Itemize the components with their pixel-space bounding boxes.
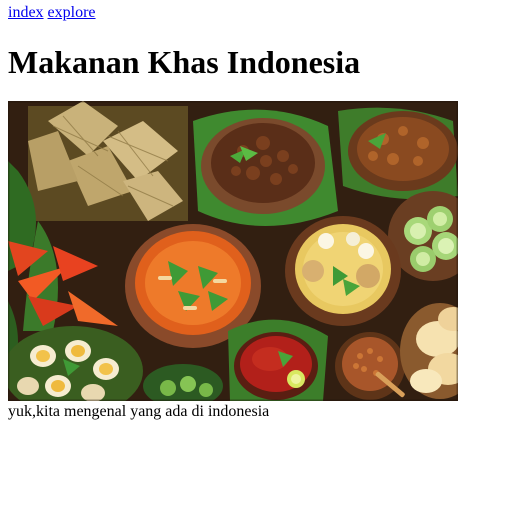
indonesian-food-photo xyxy=(8,101,458,401)
top-nav: index explore xyxy=(8,4,522,22)
nav-link-explore[interactable]: explore xyxy=(48,4,96,21)
page-content: index explore Makanan Khas Indonesia yuk… xyxy=(8,4,522,421)
page-caption: yuk,kita mengenal yang ada di indonesia xyxy=(8,403,270,420)
nav-link-index[interactable]: index xyxy=(8,4,44,21)
page-title: Makanan Khas Indonesia xyxy=(8,44,361,80)
